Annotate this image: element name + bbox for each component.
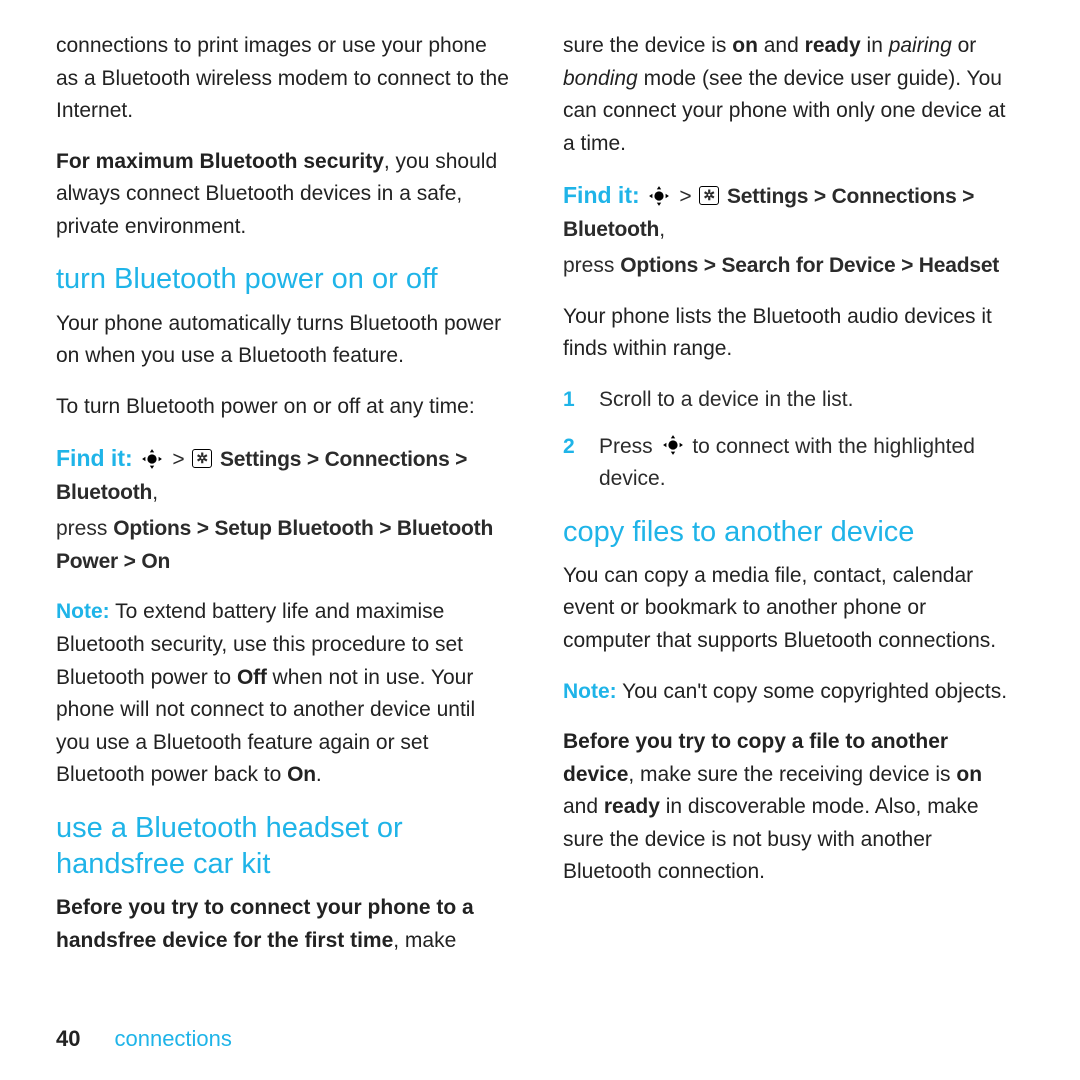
right-column: sure the device is on and ready in pairi… bbox=[563, 30, 1018, 975]
find-it-label-right: Find it: bbox=[563, 182, 640, 208]
note-paragraph-right: Note: You can't copy some copyrighted ob… bbox=[563, 676, 1018, 709]
find-it-sub-right: press Options > Search for Device > Head… bbox=[563, 250, 1018, 283]
find-it-label: Find it: bbox=[56, 445, 133, 471]
findit-sub-pre: press bbox=[56, 517, 113, 540]
step-2: Press to connect with the highlighted de… bbox=[563, 431, 1018, 496]
left-column: connections to print images or use your … bbox=[56, 30, 511, 975]
nav-key-icon bbox=[662, 434, 684, 456]
note-period: . bbox=[316, 763, 322, 786]
nav-key-icon bbox=[648, 185, 670, 207]
footer-section-name: connections bbox=[114, 1026, 231, 1051]
note-paragraph-left: Note: To extend battery life and maximis… bbox=[56, 596, 511, 791]
page-number: 40 bbox=[56, 1026, 80, 1051]
findit-sub-bold: Options > Setup Bluetooth > Bluetooth Po… bbox=[56, 517, 493, 573]
heading-headset: use a Bluetooth headset or handsfree car… bbox=[56, 810, 511, 883]
findit-sub-bold-right: Options > Search for Device > Headset bbox=[620, 254, 999, 277]
note-label-right: Note: bbox=[563, 680, 617, 703]
intro-paragraph: connections to print images or use your … bbox=[56, 30, 511, 128]
nav-key-icon bbox=[141, 448, 163, 470]
step-1: Scroll to a device in the list. bbox=[563, 384, 1018, 417]
word-on: on bbox=[732, 34, 758, 57]
copy-paragraph-1: You can copy a media file, contact, cale… bbox=[563, 560, 1018, 658]
find-it-line-right: Find it: > ✲ Settings > Connections > Bl… bbox=[563, 178, 1018, 246]
heading-turn-bluetooth: turn Bluetooth power on or off bbox=[56, 261, 511, 297]
note-on: On bbox=[287, 763, 316, 786]
security-bold: For maximum Bluetooth security bbox=[56, 150, 384, 173]
find-it-line-left: Find it: > ✲ Settings > Connections > Bl… bbox=[56, 441, 511, 509]
turn-paragraph-1: Your phone automatically turns Bluetooth… bbox=[56, 308, 511, 373]
headset-rest: , make bbox=[393, 929, 456, 952]
word-bonding: bonding bbox=[563, 67, 638, 90]
steps-list: Scroll to a device in the list. Press t bbox=[563, 384, 1018, 496]
headset-paragraph: Before you try to connect your phone to … bbox=[56, 892, 511, 957]
page-footer: 40 connections bbox=[56, 1026, 232, 1052]
list-intro-paragraph: Your phone lists the Bluetooth audio dev… bbox=[563, 301, 1018, 366]
before-ready: ready bbox=[604, 795, 660, 818]
security-paragraph: For maximum Bluetooth security, you shou… bbox=[56, 146, 511, 244]
find-it-sub-left: press Options > Setup Bluetooth > Blueto… bbox=[56, 513, 511, 578]
top-continued-paragraph: sure the device is on and ready in pairi… bbox=[563, 30, 1018, 160]
note-off: Off bbox=[237, 666, 267, 689]
heading-copy-files: copy files to another device bbox=[563, 514, 1018, 550]
before-copy-paragraph: Before you try to copy a file to another… bbox=[563, 726, 1018, 889]
settings-gear-icon: ✲ bbox=[192, 449, 212, 468]
word-ready: ready bbox=[805, 34, 861, 57]
settings-gear-icon: ✲ bbox=[699, 186, 719, 205]
note-label-left: Note: bbox=[56, 600, 110, 623]
turn-paragraph-2: To turn Bluetooth power on or off at any… bbox=[56, 391, 511, 424]
before-on: on bbox=[956, 763, 982, 786]
word-pairing: pairing bbox=[889, 34, 952, 57]
